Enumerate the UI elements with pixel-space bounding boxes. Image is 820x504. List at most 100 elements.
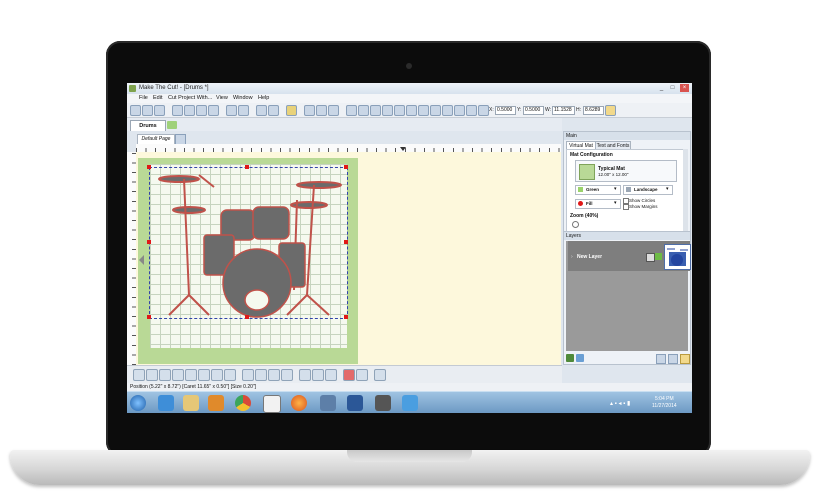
link-icon[interactable]	[281, 369, 293, 381]
shape-icon[interactable]	[328, 105, 339, 116]
size-icon[interactable]	[312, 369, 324, 381]
zoom-out-icon[interactable]	[268, 105, 279, 116]
frame-icon[interactable]	[356, 369, 368, 381]
select-tool-icon[interactable]	[133, 369, 145, 381]
cut-icon[interactable]	[172, 105, 183, 116]
orientation-select[interactable]: Landscape ▾	[623, 185, 673, 195]
zoom-in-icon[interactable]	[256, 105, 267, 116]
media-player-icon[interactable]	[208, 395, 224, 411]
firefox-icon[interactable]	[291, 395, 307, 411]
y-input[interactable]: 0.5000	[523, 106, 544, 115]
selection-handle[interactable]	[344, 165, 348, 169]
menu-file[interactable]: File	[139, 95, 148, 101]
main-panel-scrollbar[interactable]	[683, 149, 688, 231]
export-icon[interactable]	[394, 105, 405, 116]
arrange-icon[interactable]	[478, 105, 489, 116]
layer-lock-all-icon[interactable]	[680, 354, 690, 364]
arrange-back-icon[interactable]	[255, 369, 267, 381]
mat-selector[interactable]: Typical Mat 12.00" x 12.00"	[575, 160, 677, 182]
menu-view[interactable]: View	[216, 95, 228, 101]
layer-expand-icon[interactable]: ›	[571, 254, 573, 260]
layer-visibility-icon[interactable]	[668, 354, 678, 364]
pattern-icon[interactable]	[343, 369, 355, 381]
menu-window[interactable]: Window	[233, 95, 253, 101]
selection-handle[interactable]	[147, 165, 151, 169]
group-icon[interactable]	[418, 105, 429, 116]
ungroup-icon[interactable]	[430, 105, 441, 116]
arrange-front-icon[interactable]	[242, 369, 254, 381]
open-icon[interactable]	[142, 105, 153, 116]
color-select[interactable]: Green ▾	[575, 185, 621, 195]
move-icon[interactable]	[299, 369, 311, 381]
add-layer-icon[interactable]	[566, 354, 574, 362]
import-icon[interactable]	[382, 105, 393, 116]
add-tab-icon[interactable]	[167, 121, 177, 129]
eraser-tool-icon[interactable]	[185, 369, 197, 381]
menu-cut-project-with[interactable]: Cut Project With...	[168, 95, 212, 101]
rotate-tool-icon[interactable]	[325, 369, 337, 381]
tab-drums[interactable]: Drums	[130, 120, 166, 131]
save-icon[interactable]	[154, 105, 165, 116]
system-tray[interactable]: ▴ ▪ ◂ ▪ ▮	[610, 400, 630, 407]
delete-layer-icon[interactable]	[656, 354, 666, 364]
selection-handle[interactable]	[344, 315, 348, 319]
maximize-button[interactable]: □	[668, 84, 677, 92]
start-button[interactable]	[130, 395, 146, 411]
pen-tool-icon[interactable]	[159, 369, 171, 381]
library-icon[interactable]	[358, 105, 369, 116]
paste-icon[interactable]	[196, 105, 207, 116]
wrench-icon[interactable]	[374, 369, 386, 381]
ruler-marker-icon[interactable]	[400, 147, 406, 151]
ie-icon[interactable]	[158, 395, 174, 411]
clock[interactable]: 5:04 PM 11/27/2014	[652, 396, 677, 410]
layer-row[interactable]: › New Layer	[568, 241, 691, 271]
fill-tool-icon[interactable]	[224, 369, 236, 381]
undo-icon[interactable]	[226, 105, 237, 116]
network-icon[interactable]	[402, 395, 418, 411]
explorer-window-icon[interactable]	[320, 395, 336, 411]
selection-handle[interactable]	[147, 315, 151, 319]
flip-icon[interactable]	[454, 105, 465, 116]
duplicate-icon[interactable]	[208, 105, 219, 116]
shape-tool-icon[interactable]	[172, 369, 184, 381]
edit-icon[interactable]	[286, 105, 297, 116]
fill-select[interactable]: Fill ▾	[575, 199, 621, 209]
menu-help[interactable]: Help	[258, 95, 269, 101]
zoom-slider-thumb[interactable]	[572, 221, 579, 228]
weld-icon[interactable]	[406, 105, 417, 116]
minimize-button[interactable]: _	[657, 84, 666, 92]
chrome-icon[interactable]	[235, 395, 251, 411]
selection-handle[interactable]	[245, 315, 249, 319]
folder-icon[interactable]	[183, 395, 199, 411]
x-input[interactable]: 0.5000	[495, 106, 516, 115]
copy-icon[interactable]	[184, 105, 195, 116]
trace-icon[interactable]	[346, 105, 357, 116]
collapse-arrow-icon[interactable]	[139, 255, 144, 265]
usb-device-icon[interactable]	[375, 395, 391, 411]
selection-handle[interactable]	[245, 165, 249, 169]
mirror-icon[interactable]	[268, 369, 280, 381]
h-input[interactable]: 8.6289	[583, 106, 604, 115]
layer-visible-icon[interactable]	[646, 253, 655, 262]
lock-icon[interactable]	[605, 105, 616, 116]
align-icon[interactable]	[442, 105, 453, 116]
grid-icon[interactable]	[304, 105, 315, 116]
make-the-cut-icon[interactable]	[263, 395, 281, 413]
shadow-tool-icon[interactable]	[211, 369, 223, 381]
image-icon[interactable]	[316, 105, 327, 116]
word-icon[interactable]	[347, 395, 363, 411]
text-icon[interactable]	[370, 105, 381, 116]
w-input[interactable]: 11.1528	[552, 106, 575, 115]
menu-edit[interactable]: Edit	[153, 95, 162, 101]
layers-panel-title: Layers	[564, 232, 690, 240]
node-tool-icon[interactable]	[146, 369, 158, 381]
redo-icon[interactable]	[238, 105, 249, 116]
knife-tool-icon[interactable]	[198, 369, 210, 381]
layer-lock-icon[interactable]	[655, 253, 662, 260]
duplicate-layer-icon[interactable]	[576, 354, 584, 362]
close-button[interactable]: ×	[680, 84, 689, 92]
rotate-icon[interactable]	[466, 105, 477, 116]
selection-handle[interactable]	[147, 240, 151, 244]
selection-handle[interactable]	[344, 240, 348, 244]
new-icon[interactable]	[130, 105, 141, 116]
